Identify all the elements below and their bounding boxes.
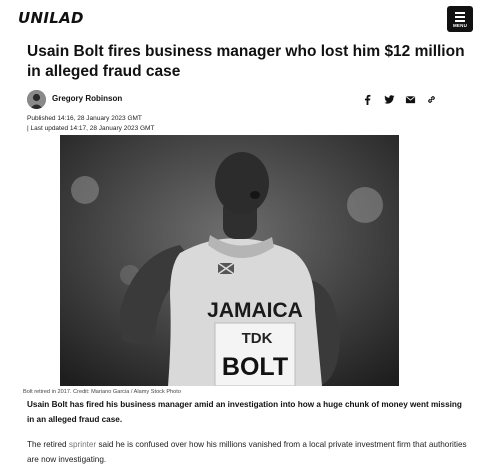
twitter-icon[interactable]: [384, 94, 395, 105]
article-lede: Usain Bolt has fired his business manage…: [27, 400, 462, 424]
updated-date: | Last updated 14:17, 28 January 2023 GM…: [27, 124, 155, 132]
hamburger-icon: [455, 16, 465, 18]
facebook-icon[interactable]: [362, 94, 373, 105]
link-icon[interactable]: [426, 94, 437, 105]
article-dates: Published 14:16, 28 January 2023 GMT | L…: [27, 114, 154, 133]
hamburger-icon: [455, 20, 465, 22]
bib-name: BOLT: [222, 353, 288, 381]
bib-sponsor: TDK: [242, 330, 273, 347]
byline: Gregory Robinson: [27, 90, 467, 110]
top-bar: UNILAD MENU: [0, 0, 500, 36]
article-headline: Usain Bolt fires business manager who lo…: [27, 43, 465, 80]
article-paragraph: The retired sprinter said he is confused…: [27, 438, 467, 467]
image-caption: Bolt retired in 2017. Credit: Mariano Ga…: [23, 389, 181, 395]
menu-button[interactable]: MENU: [447, 6, 473, 32]
article-image[interactable]: JAMAICA TDK BOLT: [60, 135, 399, 386]
author-name[interactable]: Gregory Robinson: [52, 94, 122, 103]
paragraph-text: The retired: [27, 440, 69, 449]
site-logo[interactable]: UNILAD: [18, 9, 84, 27]
hamburger-icon: [455, 12, 465, 14]
published-date: Published 14:16, 28 January 2023 GMT: [27, 115, 142, 122]
sprinter-link[interactable]: sprinter: [69, 440, 96, 449]
email-icon[interactable]: [405, 94, 416, 105]
author-avatar[interactable]: [27, 90, 46, 109]
menu-label: MENU: [452, 23, 468, 28]
jersey-country: JAMAICA: [207, 299, 303, 322]
